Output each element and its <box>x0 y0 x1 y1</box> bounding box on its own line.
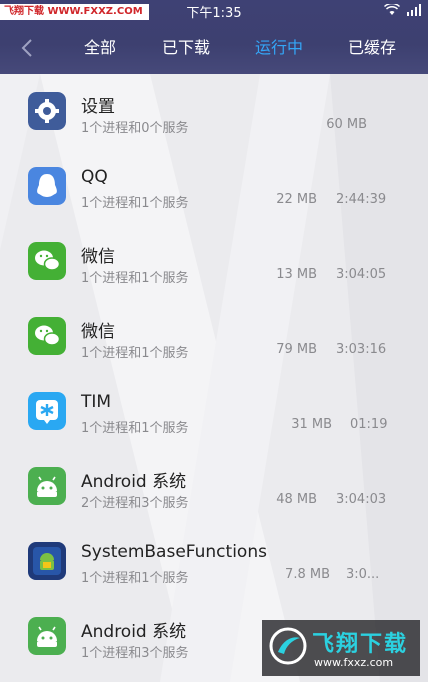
app-row-wechat[interactable]: 微信 1个进程和1个服务 13 MB 3:04:05 <box>0 224 428 299</box>
app-memory: 22 MB <box>276 192 317 207</box>
app-row-system-base-functions[interactable]: SystemBaseFunctions 1个进程和1个服务 7.8 MB 3:0… <box>0 524 428 599</box>
app-row-wechat-2[interactable]: 微信 1个进程和1个服务 79 MB 3:03:16 <box>0 299 428 374</box>
tab-cached[interactable]: 已缓存 <box>348 34 396 62</box>
app-runtime: 3:03:16 <box>336 342 387 357</box>
app-row-tim[interactable]: TIM 1个进程和1个服务 31 MB 01:19 <box>0 374 428 449</box>
app-memory: 60 MB <box>326 117 367 132</box>
app-memory: 48 MB <box>276 492 317 507</box>
app-name: Android 系统 <box>81 472 187 492</box>
status-bar: 飞翔下载 WWW.FXXZ.COM 下午1:35 <box>0 0 428 21</box>
app-process-info: 1个进程和1个服务 <box>81 421 189 436</box>
qq-penguin-icon <box>28 167 66 205</box>
app-name: 设置 <box>81 97 115 117</box>
app-runtime: 3:0... <box>346 567 380 582</box>
system-base-functions-icon <box>28 542 66 580</box>
app-name: 微信 <box>81 322 115 342</box>
app-runtime: 3:04:03 <box>336 492 387 507</box>
tab-bar: 全部 已下载 运行中 已缓存 <box>0 34 428 62</box>
header: 飞翔下载 WWW.FXXZ.COM 下午1:35 全部 已下载 运行中 已缓存 <box>0 0 428 74</box>
site-logo-watermark: 飞翔下载 www.fxxz.com <box>262 620 420 676</box>
wechat-icon <box>28 317 66 355</box>
app-process-info: 1个进程和1个服务 <box>81 571 189 586</box>
app-name: Android 系统 <box>81 622 187 642</box>
app-process-info: 2个进程和3个服务 <box>81 496 189 511</box>
app-process-info: 1个进程和0个服务 <box>81 121 189 136</box>
app-name: SystemBaseFunctions <box>81 542 267 562</box>
app-name: TIM <box>81 392 112 412</box>
app-row-qq[interactable]: QQ 1个进程和1个服务 22 MB 2:44:39 <box>0 149 428 224</box>
app-process-info: 1个进程和1个服务 <box>81 346 189 361</box>
app-runtime: 3:04:05 <box>336 267 387 282</box>
signal-icon <box>407 4 421 16</box>
app-name: QQ <box>81 167 108 187</box>
site-logo-text: 飞翔下载 <box>312 632 409 657</box>
android-icon <box>28 617 66 655</box>
app-process-info: 1个进程和1个服务 <box>81 271 189 286</box>
chevron-left-icon[interactable] <box>20 34 44 62</box>
android-icon <box>28 467 66 505</box>
app-memory: 13 MB <box>276 267 317 282</box>
app-runtime: 2:44:39 <box>336 192 387 207</box>
site-logo-url: www.fxxz.com <box>314 656 394 669</box>
app-memory: 31 MB <box>291 417 332 432</box>
app-row-android-system[interactable]: Android 系统 2个进程和3个服务 48 MB 3:04:03 <box>0 449 428 524</box>
tab-all[interactable]: 全部 <box>84 34 116 62</box>
wifi-icon <box>384 4 400 15</box>
site-logo-icon <box>269 627 307 665</box>
app-runtime: 01:19 <box>350 417 388 432</box>
app-row-settings[interactable]: 设置 1个进程和0个服务 60 MB <box>0 74 428 149</box>
status-time: 下午1:35 <box>186 6 242 21</box>
app-name: 微信 <box>81 247 115 267</box>
app-memory: 79 MB <box>276 342 317 357</box>
wechat-icon <box>28 242 66 280</box>
app-process-info: 1个进程和1个服务 <box>81 196 189 211</box>
app-memory: 7.8 MB <box>285 567 330 582</box>
tab-running[interactable]: 运行中 <box>255 34 303 62</box>
app-process-info: 1个进程和3个服务 <box>81 646 189 661</box>
tab-downloaded[interactable]: 已下载 <box>162 34 210 62</box>
settings-gear-icon <box>28 92 66 130</box>
tim-icon <box>28 392 66 430</box>
